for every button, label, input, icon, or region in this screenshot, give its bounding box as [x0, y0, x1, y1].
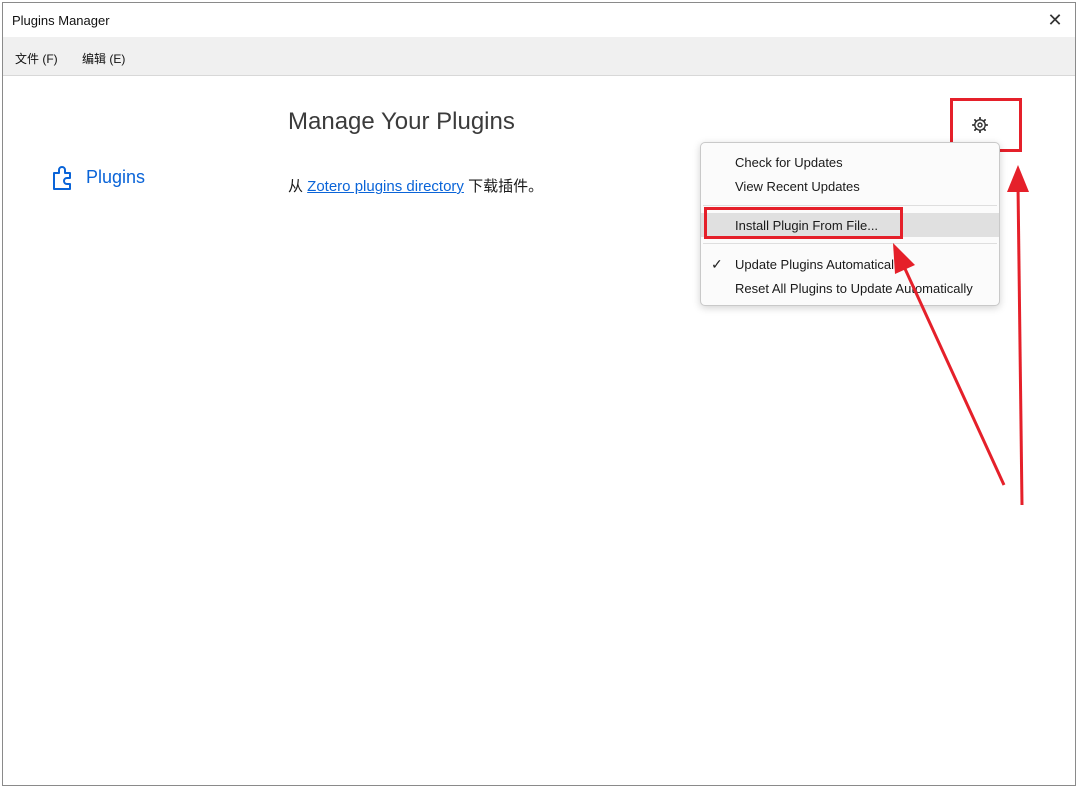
arrow-to-gear [1016, 184, 1024, 506]
arrow-to-install [899, 259, 1006, 486]
arrow-to-gear-head [1007, 165, 1029, 192]
annotation-arrows [893, 165, 1029, 506]
arrow-to-install-head [893, 243, 915, 274]
